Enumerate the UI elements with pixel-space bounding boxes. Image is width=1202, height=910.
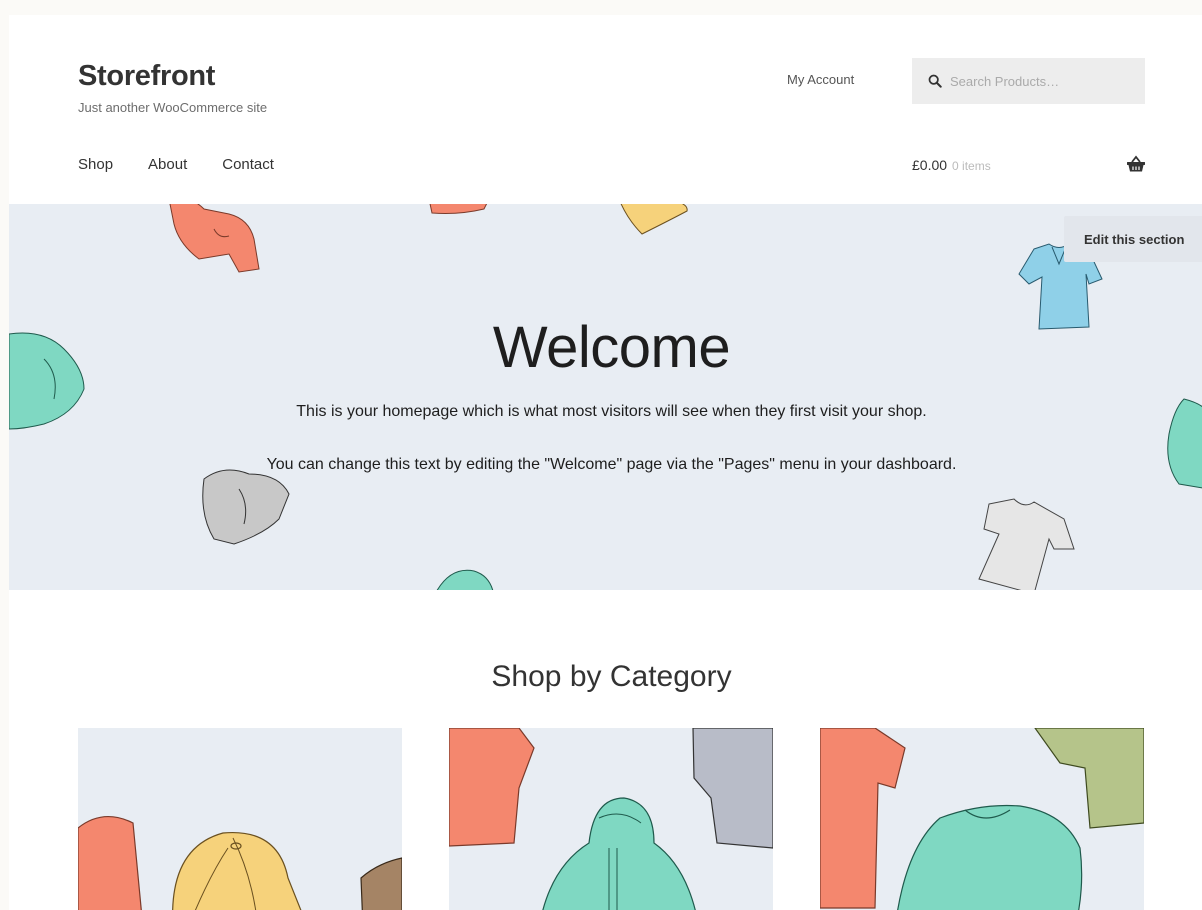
cart-total: £0.00 [912,157,948,173]
my-account-link[interactable]: My Account [787,72,854,87]
hero-section: Edit this section Welcome This is your h… [9,204,1202,590]
primary-navigation: Shop About Contact [78,156,309,173]
hero-paragraph-2: You can change this text by editing the … [266,456,957,473]
category-card-hoodies[interactable] [449,728,773,910]
category-card-tshirts[interactable] [820,728,1144,910]
nav-item-about[interactable]: About [148,156,187,173]
search-input[interactable] [950,73,1130,89]
mint-hat-illustration [436,569,494,590]
nav-item-contact[interactable]: Contact [222,156,274,173]
cart-link[interactable]: £0.00 0 items [912,157,991,173]
hoodies-illustration [449,728,773,910]
coral-shirt-illustration [429,204,488,214]
nav-item-shop[interactable]: Shop [78,156,113,173]
basket-icon[interactable] [1126,155,1146,173]
site-description: Just another WooCommerce site [78,100,268,115]
coral-hoodie-illustration [169,204,260,273]
white-tshirt-illustration [978,498,1075,590]
category-heading: Shop by Category [491,660,732,693]
yellow-cap-illustration [620,204,688,235]
search-icon [928,74,942,88]
cart-count: 0 items [952,159,991,173]
page: Storefront Just another WooCommerce site… [9,15,1202,910]
tshirts-illustration [820,728,1144,910]
category-card-hats[interactable] [78,728,402,910]
hero-paragraph-1: This is your homepage which is what most… [296,403,927,420]
search-box[interactable] [912,58,1145,104]
edit-section-button[interactable]: Edit this section [1064,216,1202,262]
hats-illustration [78,816,402,910]
site-title[interactable]: Storefront [78,60,215,93]
hero-heading: Welcome [492,315,731,380]
